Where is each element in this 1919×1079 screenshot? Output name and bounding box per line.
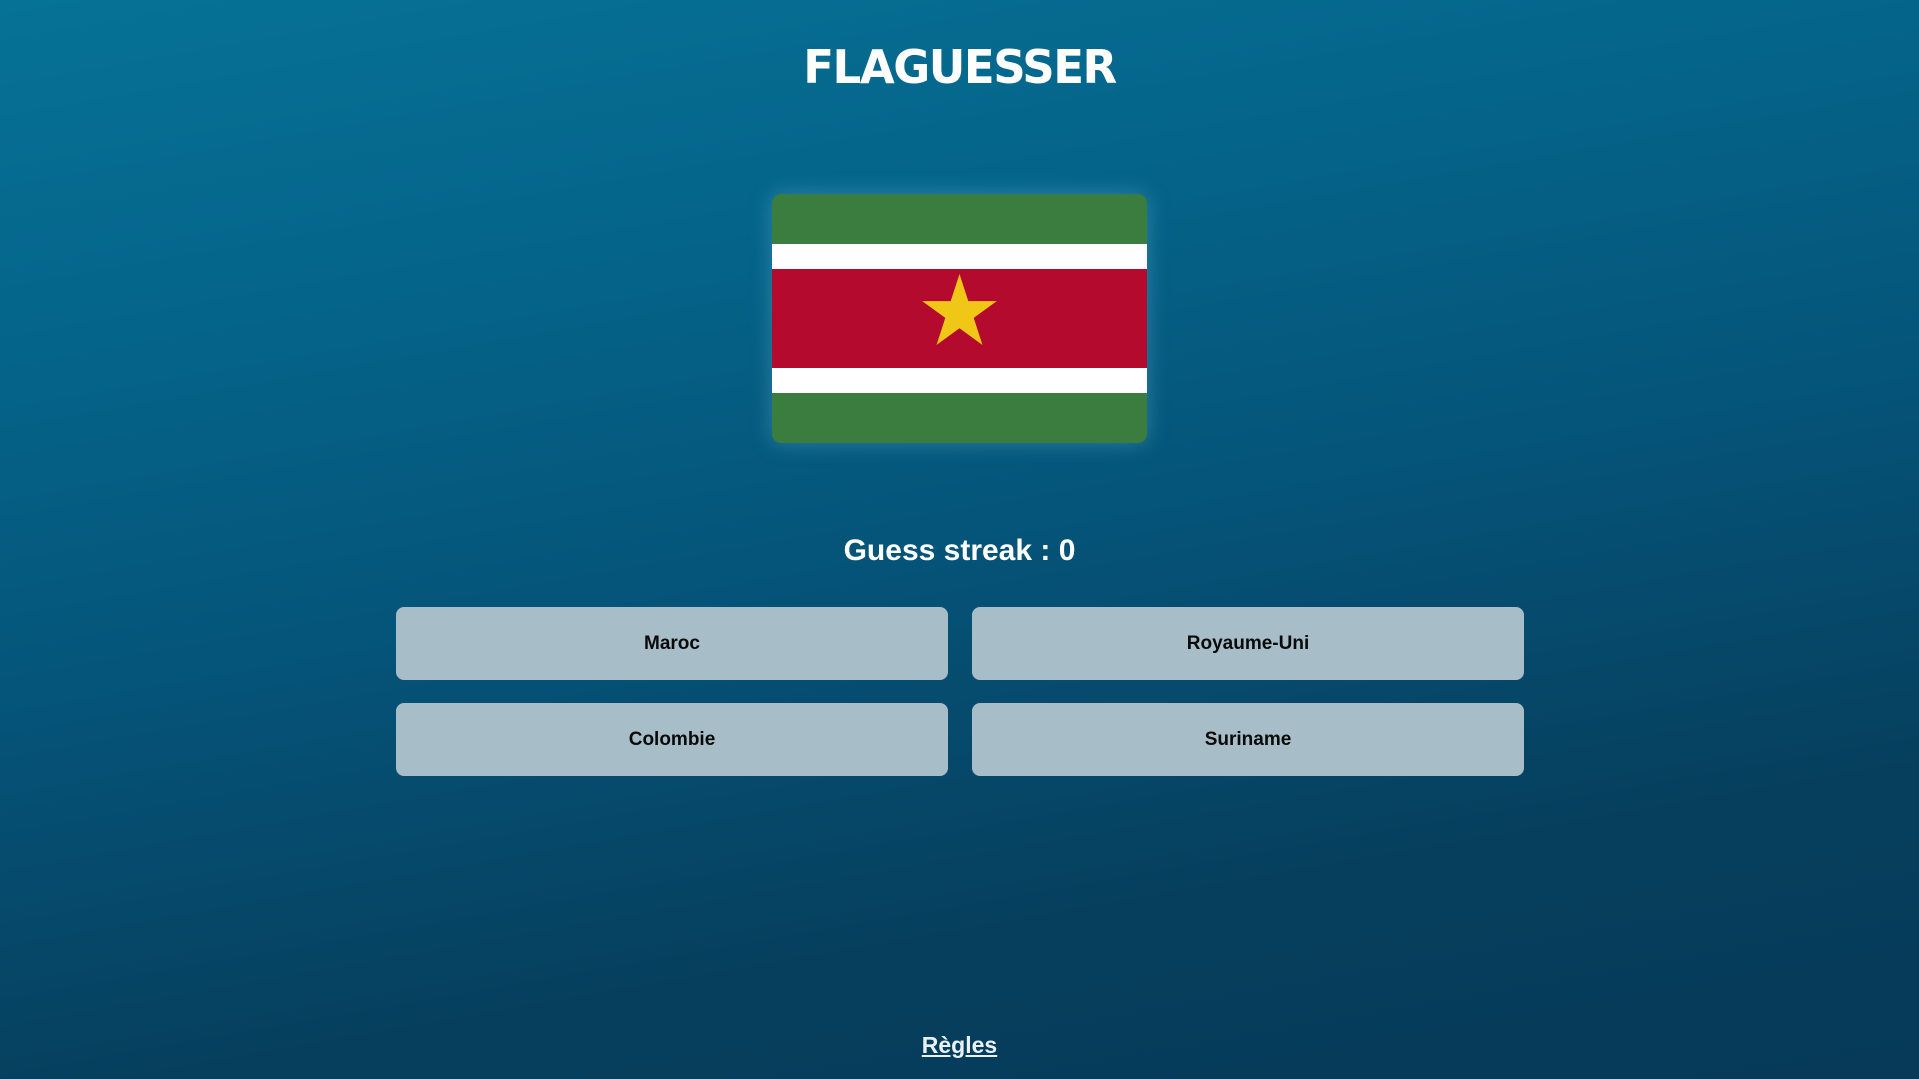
guess-streak: Guess streak : 0 [843,534,1076,567]
choice-button-royaume-uni[interactable]: Royaume-Uni [972,607,1524,680]
app-logo: FLAGUESSER [803,40,1117,94]
choice-button-colombie[interactable]: Colombie [396,703,948,776]
answer-choices: Maroc Royaume-Uni Colombie Suriname [396,607,1524,776]
choice-button-suriname[interactable]: Suriname [972,703,1524,776]
choice-button-maroc[interactable]: Maroc [396,607,948,680]
footer: Règles [0,1032,1919,1059]
flag-image [772,194,1147,443]
suriname-flag-icon [772,194,1147,443]
rules-link[interactable]: Règles [922,1032,997,1058]
